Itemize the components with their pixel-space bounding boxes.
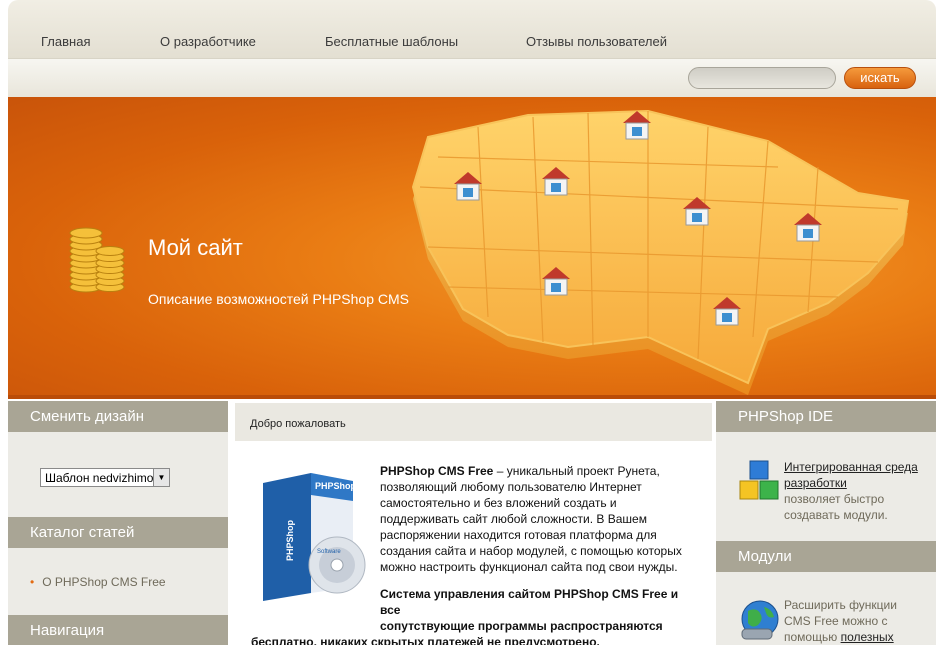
search-button[interactable]: искать bbox=[844, 67, 916, 89]
main-content: Добро пожаловать PHPShop PHPShop Softwar… bbox=[231, 401, 713, 645]
coins-icon bbox=[69, 227, 125, 293]
site-description: Описание возможностей PHPShop CMS bbox=[148, 291, 410, 307]
change-design-header: Сменить дизайн bbox=[8, 401, 228, 432]
top-navigation: Главная О разработчике Бесплатные шаблон… bbox=[8, 0, 936, 58]
cubes-icon bbox=[739, 460, 779, 500]
ide-description: позволяет быстро создавать модули. bbox=[784, 492, 888, 522]
navigation-header: Навигация bbox=[8, 615, 228, 645]
phpshop-ide-header: PHPShop IDE bbox=[716, 401, 936, 432]
globe-icon bbox=[741, 600, 779, 640]
bullet-icon: • bbox=[30, 575, 35, 589]
chevron-down-icon[interactable]: ▼ bbox=[153, 469, 169, 486]
ide-link[interactable]: Интегрированная среда разработки bbox=[784, 459, 924, 491]
free-notice: Система управления сайтом PHPShop CMS Fr… bbox=[251, 586, 701, 645]
design-select-value: Шаблон nedvizhimost bbox=[45, 471, 163, 485]
header-banner: Мой сайт Описание возможностей PHPShop C… bbox=[8, 97, 936, 399]
intro-description: – уникальный проект Рунета, позволяющий … bbox=[380, 464, 682, 574]
search-bar: искать bbox=[8, 58, 936, 98]
nav-free-templates-link[interactable]: Бесплатные шаблоны bbox=[325, 34, 458, 49]
ide-text: Интегрированная среда разработки позволяе… bbox=[784, 459, 924, 523]
catalog-item[interactable]: • О PHPShop CMS Free bbox=[30, 575, 166, 589]
nav-home-link[interactable]: Главная bbox=[41, 34, 90, 49]
article-catalog-header: Каталог статей bbox=[8, 517, 228, 548]
left-sidebar: Сменить дизайн Шаблон nedvizhimost ▼ Кат… bbox=[8, 401, 228, 645]
intro-product-name: PHPShop CMS Free bbox=[380, 464, 494, 478]
box-brand-label: PHPShop bbox=[315, 481, 357, 491]
search-input[interactable] bbox=[688, 67, 836, 89]
modules-link[interactable]: полезных bbox=[841, 630, 894, 644]
modules-text: Расширить функции CMS Free можно с помощ… bbox=[784, 597, 924, 645]
intro-text: PHPShop CMS Free – уникальный проект Рун… bbox=[380, 463, 698, 575]
right-sidebar: PHPShop IDE Интегрированная среда разраб… bbox=[716, 401, 936, 645]
modules-header: Модули bbox=[716, 541, 936, 572]
box-side-label: PHPShop bbox=[285, 519, 295, 561]
welcome-header: Добро пожаловать bbox=[235, 403, 712, 441]
nav-reviews-link[interactable]: Отзывы пользователей bbox=[526, 34, 667, 49]
site-title: Мой сайт bbox=[148, 235, 243, 260]
disc-label: Software bbox=[317, 549, 341, 555]
design-select[interactable]: Шаблон nedvizhimost ▼ bbox=[40, 468, 170, 487]
notice-line-2: сопутствующие программы распространяются bbox=[380, 619, 663, 633]
catalog-item-label: О PHPShop CMS Free bbox=[42, 575, 166, 589]
notice-line-3: бесплатно, никаких скрытых платежей не п… bbox=[251, 635, 600, 645]
nav-developer-link[interactable]: О разработчике bbox=[160, 34, 256, 49]
notice-line-1: Система управления сайтом PHPShop CMS Fr… bbox=[380, 587, 679, 617]
